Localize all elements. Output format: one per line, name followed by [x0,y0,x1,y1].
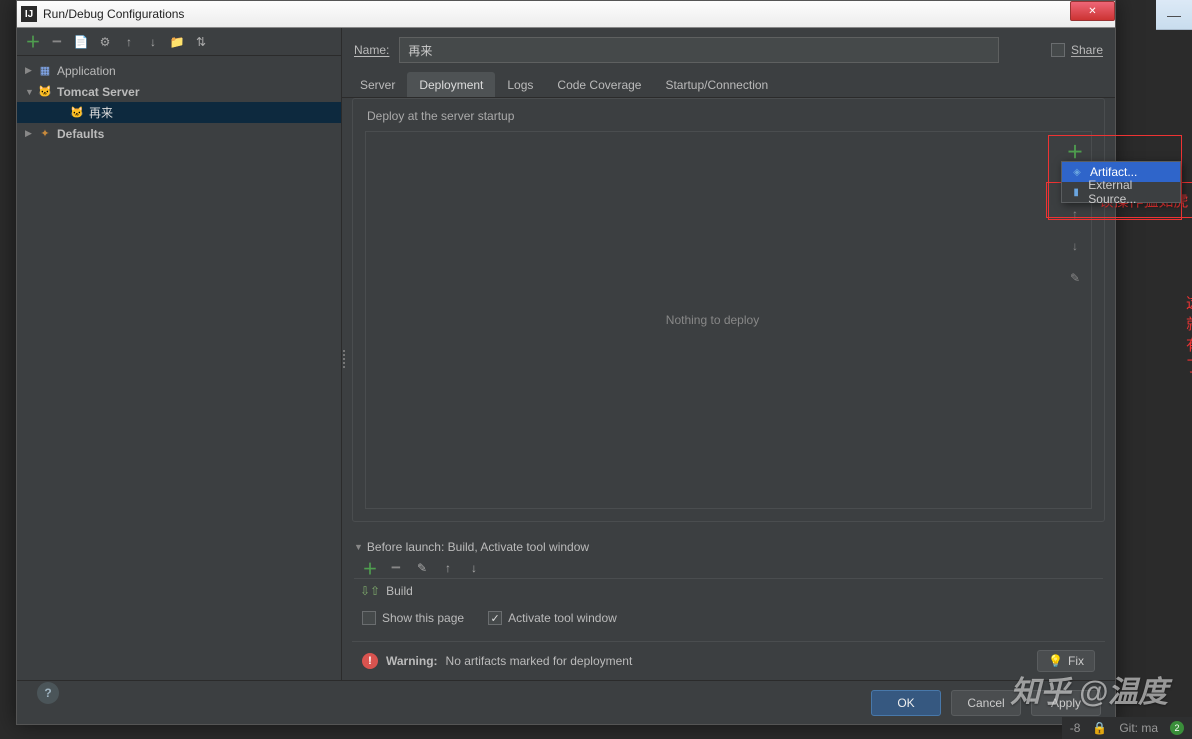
remove-config-icon[interactable]: − [49,34,65,50]
warning-icon: ! [362,653,378,669]
node-icon: ▦ [37,64,53,78]
tree-item-label: 再来 [89,104,113,121]
git-branch-label[interactable]: Git: ma [1119,721,1158,735]
name-input[interactable] [399,37,999,63]
ide-statusbar: -8 🔒 Git: ma 2 [1062,717,1192,739]
config-tree[interactable]: ▶▦Application▼🐱Tomcat Server🐱再来▶✦Default… [17,56,341,680]
name-label: Name: [354,43,389,57]
deployment-panel: Deploy at the server startup Nothing to … [352,98,1105,522]
build-label: Build [386,584,413,598]
node-icon: 🐱 [69,106,85,120]
deploy-empty-area: Nothing to deploy 一顿操作猛如虎 这就有了 [366,132,1059,508]
lightbulb-icon: 💡 [1048,654,1063,668]
activate-tool-checkbox[interactable]: ✓ Activate tool window [488,611,617,625]
chevron-icon: ▶ [25,65,37,76]
before-launch-section: ▼ Before launch: Build, Activate tool wi… [342,532,1115,637]
name-row: Name: Share [342,28,1115,72]
popup-item-external-source---[interactable]: ▮External Source... [1062,182,1180,202]
build-icon: ⇩⇧ [360,584,380,598]
popup-item-label: Artifact... [1090,165,1137,179]
activate-tool-label: Activate tool window [508,611,617,625]
move-up-icon[interactable]: ↑ [121,34,137,50]
show-this-page-checkbox[interactable]: Show this page [362,611,464,625]
checkbox-icon [362,611,376,625]
encoding-label[interactable]: -8 [1070,721,1081,735]
checkbox-icon [1051,43,1065,57]
tree-item-Application[interactable]: ▶▦ Application [17,60,341,81]
tree-item-label: Tomcat Server [57,85,139,99]
share-label: Share [1071,43,1103,57]
copy-config-icon[interactable]: 📄 [73,34,89,50]
before-launch-checks: Show this page ✓ Activate tool window [354,603,1103,633]
collapse-triangle-icon: ▼ [354,542,363,552]
fix-button[interactable]: 💡 Fix [1037,650,1095,672]
before-launch-title-text: Before launch: Build, Activate tool wind… [367,540,589,554]
move-down-deploy-icon[interactable]: ↓ [1063,234,1087,258]
tabs: ServerDeploymentLogsCode CoverageStartup… [342,72,1115,98]
main-panel: Name: Share ServerDeploymentLogsCode Cov… [342,28,1115,680]
app-icon: IJ [21,6,37,22]
node-icon: ✦ [37,127,53,141]
sidebar-toolbar: ＋ − 📄 ⚙ ↑ ↓ 📁 ⇅ [17,28,341,56]
chevron-icon: ▶ [25,128,37,139]
folder-icon[interactable]: 📁 [169,34,185,50]
before-launch-title[interactable]: ▼ Before launch: Build, Activate tool wi… [354,540,1103,554]
tree-item-再来[interactable]: 🐱 再来 [17,102,341,123]
run-debug-dialog: IJ Run/Debug Configurations ✕ ＋ − 📄 ⚙ ↑ … [16,0,1116,725]
node-icon: 🐱 [37,85,53,99]
popup-item-label: External Source... [1088,178,1172,206]
tree-item-Defaults[interactable]: ▶✦ Defaults [17,123,341,144]
bl-edit-icon[interactable]: ✎ [414,560,430,576]
tree-item-label: Application [57,64,116,78]
show-this-page-label: Show this page [382,611,464,625]
tab-logs[interactable]: Logs [495,72,545,97]
edit-deploy-icon[interactable]: ✎ [1063,266,1087,290]
event-badge[interactable]: 2 [1170,721,1184,735]
deploy-label: Deploy at the server startup [353,99,1104,131]
deploy-box: Nothing to deploy 一顿操作猛如虎 这就有了 ＋ − ↑ ↓ ✎ [365,131,1092,509]
help-icon[interactable]: ? [37,682,59,704]
config-sidebar: ＋ − 📄 ⚙ ↑ ↓ 📁 ⇅ ▶▦Application▼🐱Tomcat Se… [17,28,342,680]
close-icon[interactable]: ✕ [1070,1,1115,21]
bl-add-icon[interactable]: ＋ [362,560,378,576]
add-config-icon[interactable]: ＋ [25,34,41,50]
warning-text: No artifacts marked for deployment [446,654,633,668]
chevron-icon: ▼ [25,87,37,97]
ok-button[interactable]: OK [871,690,941,716]
add-deploy-popup: ◈Artifact...▮External Source... [1061,161,1181,203]
sort-icon[interactable]: ⇅ [193,34,209,50]
move-down-icon[interactable]: ↓ [145,34,161,50]
fix-label: Fix [1068,654,1084,668]
checkbox-icon: ✓ [488,611,502,625]
before-launch-item-build[interactable]: ⇩⇧ Build [354,579,419,603]
warning-row: ! Warning: No artifacts marked for deplo… [352,641,1105,680]
settings-icon[interactable]: ⚙ [97,34,113,50]
cancel-button[interactable]: Cancel [951,690,1021,716]
warning-label: Warning: [386,654,438,668]
before-launch-toolbar: ＋ − ✎ ↑ ↓ [354,554,1103,578]
tab-deployment[interactable]: Deployment [407,72,495,97]
tab-code-coverage[interactable]: Code Coverage [545,72,653,97]
bl-down-icon[interactable]: ↓ [466,560,482,576]
deploy-empty-text: Nothing to deploy [666,313,759,327]
dialog-footer: OK Cancel Apply [17,680,1115,724]
lock-icon[interactable]: 🔒 [1092,721,1107,735]
background-window-minimize: — [1156,0,1192,30]
annotation-text-2: 这就有了 [1186,292,1192,376]
apply-button[interactable]: Apply [1031,690,1101,716]
share-checkbox[interactable]: Share [1051,43,1103,57]
popup-item-icon: ◈ [1070,167,1084,178]
bl-remove-icon[interactable]: − [388,560,404,576]
bl-up-icon[interactable]: ↑ [440,560,456,576]
tree-item-label: Defaults [57,127,104,141]
titlebar[interactable]: IJ Run/Debug Configurations ✕ [17,1,1115,28]
tab-server[interactable]: Server [348,72,407,97]
tree-item-Tomcat Server[interactable]: ▼🐱 Tomcat Server [17,81,341,102]
popup-item-icon: ▮ [1070,187,1082,198]
tab-startup-connection[interactable]: Startup/Connection [653,72,780,97]
before-launch-list[interactable]: ⇩⇧ Build [354,578,1103,603]
dialog-content: ＋ − 📄 ⚙ ↑ ↓ 📁 ⇅ ▶▦Application▼🐱Tomcat Se… [17,28,1115,680]
window-title: Run/Debug Configurations [43,7,1111,21]
